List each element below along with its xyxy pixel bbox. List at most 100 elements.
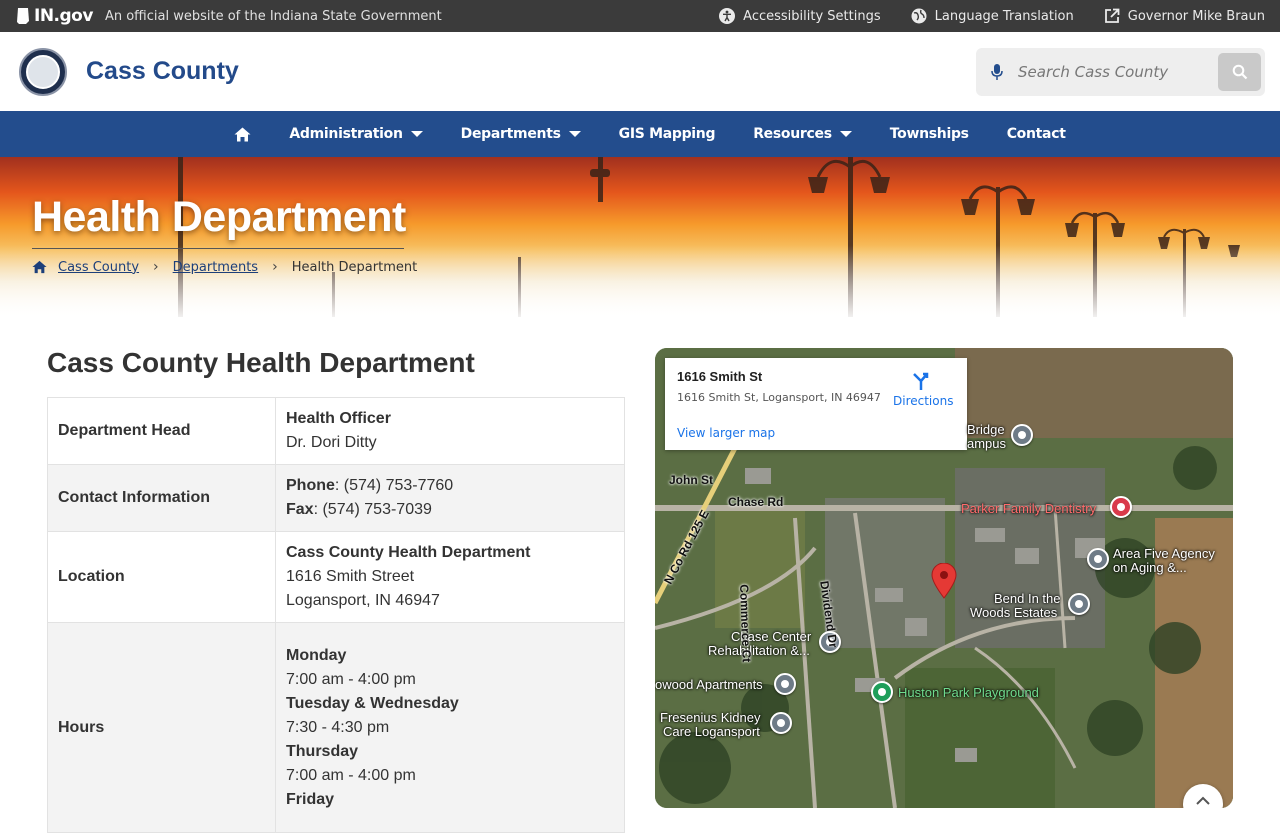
search-button[interactable] [1218,53,1261,91]
hours-time: 7:00 am - 4:00 pm [286,766,416,784]
table-row: Contact Information Phone: (574) 753-776… [47,464,625,532]
row-value: Phone: (574) 753-7760 Fax: (574) 753-703… [275,464,625,532]
nav-administration-label: Administration [289,126,403,142]
map-place-address: 1616 Smith St, Logansport, IN 46947 [677,391,881,404]
row-value: Monday 7:00 am - 4:00 pm Tuesday & Wedne… [275,622,625,833]
map-place-pin[interactable] [871,681,893,703]
map-label: ampus [967,436,1007,451]
map-place-pin[interactable] [1087,548,1109,570]
breadcrumb-current: Health Department [291,259,418,275]
breadcrumb: Cass County › Departments › Health Depar… [32,259,417,275]
nav-gis-mapping[interactable]: GIS Mapping [619,126,716,142]
nav-administration[interactable]: Administration [289,126,423,142]
row-label: Location [47,531,276,623]
nav-contact-label: Contact [1006,126,1066,142]
county-seal-logo[interactable] [19,47,67,96]
map-label: Woods Estates [970,605,1058,620]
directions-button[interactable]: Directions [893,370,953,408]
indiana-state-icon [17,8,29,24]
chevron-right-icon: › [272,259,278,275]
governor-link[interactable]: Governor Mike Braun [1104,8,1265,24]
chevron-down-icon [410,131,423,137]
directions-icon [913,372,929,390]
home-icon[interactable] [32,260,47,274]
nav-resources-label: Resources [753,126,832,142]
hours-day: Thursday [286,742,359,760]
nav-contact[interactable]: Contact [1007,126,1066,142]
in-gov-logo[interactable]: IN.gov [16,6,93,26]
official-website-text: An official website of the Indiana State… [104,8,442,24]
map-label: Bridge [967,422,1005,437]
row-value: Health Officer Dr. Dori Ditty [275,397,625,465]
language-translation-label: Language Translation [934,8,1074,24]
table-row: Department Head Health Officer Dr. Dori … [47,397,625,465]
map-place-pin[interactable] [1011,424,1033,446]
department-head-name: Dr. Dori Ditty [286,434,377,451]
directions-label: Directions [893,394,954,408]
map-zoom-button[interactable] [1183,784,1223,808]
accessibility-icon [719,8,736,24]
map-label: Bend In the [994,591,1061,606]
home-icon [234,127,251,141]
accessibility-settings-label: Accessibility Settings [743,8,881,24]
title-divider [32,248,404,249]
row-label: Hours [47,622,276,833]
hours-time: 7:00 am - 4:00 pm [286,670,416,688]
page-title: Health Department [32,193,406,241]
nav-departments[interactable]: Departments [461,126,581,142]
location-city: Logansport, IN 46947 [286,592,440,609]
nav-home[interactable] [234,127,251,142]
phone-label: Phone [286,477,335,494]
map-place-pin[interactable] [774,673,796,695]
row-label: Department Head [47,397,276,465]
phone-number[interactable]: : (574) 753-7760 [335,477,453,494]
location-name: Cass County Health Department [286,544,531,561]
fax-label: Fax [286,501,314,518]
language-translation-link[interactable]: Language Translation [911,8,1074,24]
table-row: Hours Monday 7:00 am - 4:00 pm Tuesday &… [47,622,625,833]
globe-icon [911,8,927,24]
chevron-down-icon [839,131,852,137]
breadcrumb-cass-county[interactable]: Cass County [58,260,139,275]
department-head-title: Health Officer [286,410,391,427]
row-label: Contact Information [47,464,276,532]
map-label: Rehabilitation &... [708,643,810,658]
embedded-map[interactable]: 1616 Smith St 1616 Smith St, Logansport,… [655,348,1233,808]
map-label: on Aging &... [1113,560,1187,575]
hours-day: Friday [286,790,335,808]
table-row: Location Cass County Health Department 1… [47,531,625,623]
road-label: Commerce Ct [737,584,754,663]
governor-label: Governor Mike Braun [1127,8,1265,24]
map-label: Area Five Agency [1113,546,1215,561]
road-label: John St [669,473,713,487]
map-label: Parker Family Dentistry [961,501,1097,516]
main-navigation: Administration Departments GIS Mapping R… [0,111,1280,157]
hours-day: Monday [286,646,347,664]
external-link-icon [1104,8,1120,23]
site-title[interactable]: Cass County [86,57,239,86]
map-place-card: 1616 Smith St 1616 Smith St, Logansport,… [665,358,967,450]
nav-departments-label: Departments [460,126,561,142]
fax-number: : (574) 753-7039 [313,501,432,518]
map-place-pin[interactable] [770,712,792,734]
chevron-up-icon [1196,796,1210,805]
microphone-icon[interactable] [990,63,1004,81]
search-input[interactable] [1018,63,1198,81]
search-bar [976,48,1265,96]
site-header: Cass County [0,32,1280,111]
nav-gis-mapping-label: GIS Mapping [618,126,716,142]
map-label: Fresenius Kidney [660,710,761,725]
nav-townships[interactable]: Townships [890,126,969,142]
accessibility-settings-link[interactable]: Accessibility Settings [719,8,881,24]
map-label: Care Logansport [663,724,760,739]
map-place-pin[interactable] [1110,496,1132,518]
nav-resources[interactable]: Resources [753,126,852,142]
nav-townships-label: Townships [889,126,969,142]
road-label: Chase Rd [728,495,784,509]
breadcrumb-departments[interactable]: Departments [173,260,258,275]
department-info-table: Department Head Health Officer Dr. Dori … [47,397,625,833]
view-larger-map-link[interactable]: View larger map [677,426,775,440]
map-place-pin[interactable] [1068,593,1090,615]
search-icon [1232,64,1247,80]
section-title: Cass County Health Department [47,347,475,378]
